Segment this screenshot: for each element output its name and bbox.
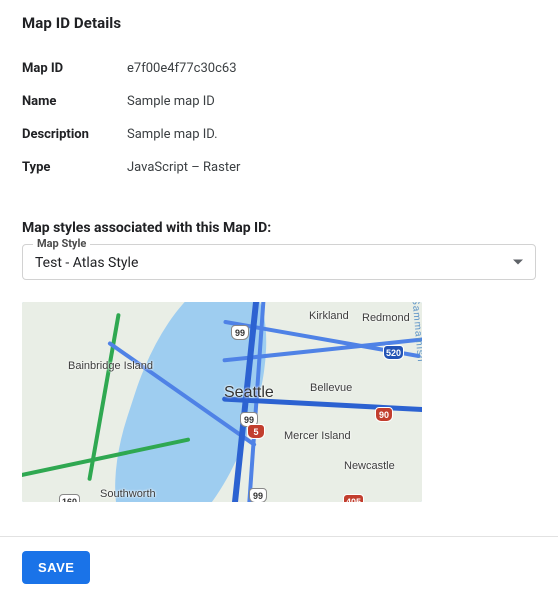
route-shield-icon: 99 bbox=[249, 488, 267, 502]
details-value: JavaScript – Raster bbox=[127, 151, 536, 184]
map-city-label: Seattle bbox=[224, 384, 274, 402]
save-button[interactable]: SAVE bbox=[22, 551, 90, 584]
route-shield-icon: 520 bbox=[383, 345, 404, 360]
details-row-type: Type JavaScript – Raster bbox=[22, 151, 536, 184]
map-preview[interactable]: 99 99 99 5 90 405 520 160 Seattle Bellev… bbox=[22, 302, 422, 502]
details-label: Map ID bbox=[22, 52, 127, 85]
page-title: Map ID Details bbox=[22, 14, 536, 32]
footer-bar: SAVE bbox=[0, 536, 558, 602]
route-shield-icon: 405 bbox=[343, 494, 364, 502]
route-shield-icon: 99 bbox=[231, 325, 249, 340]
map-city-label: Bainbridge Island bbox=[68, 360, 153, 372]
details-value: Sample map ID. bbox=[127, 118, 536, 151]
details-row-map-id: Map ID e7f00e4f77c30c63 bbox=[22, 52, 536, 85]
route-shield-icon: 160 bbox=[59, 494, 80, 502]
map-style-select[interactable]: Map Style Test - Atlas Style bbox=[22, 244, 536, 280]
details-table: Map ID e7f00e4f77c30c63 Name Sample map … bbox=[22, 52, 536, 184]
details-value: e7f00e4f77c30c63 bbox=[127, 52, 536, 85]
details-value: Sample map ID bbox=[127, 85, 536, 118]
map-style-select-value: Test - Atlas Style bbox=[35, 255, 138, 271]
map-city-label: Mercer Island bbox=[284, 430, 351, 442]
map-city-label: Kirkland bbox=[309, 310, 349, 322]
details-row-description: Description Sample map ID. bbox=[22, 118, 536, 151]
details-label: Name bbox=[22, 85, 127, 118]
details-row-name: Name Sample map ID bbox=[22, 85, 536, 118]
dropdown-caret-icon bbox=[513, 260, 523, 265]
route-shield-icon: 5 bbox=[247, 424, 265, 439]
details-label: Type bbox=[22, 151, 127, 184]
route-shield-icon: 90 bbox=[375, 407, 393, 422]
map-city-label: Bellevue bbox=[310, 382, 352, 394]
map-city-label: Southworth bbox=[100, 488, 156, 500]
map-city-label: Newcastle bbox=[344, 460, 395, 472]
associated-styles-heading: Map styles associated with this Map ID: bbox=[22, 220, 536, 236]
map-city-label: Redmond bbox=[362, 312, 410, 324]
details-label: Description bbox=[22, 118, 127, 151]
map-style-select-label: Map Style bbox=[33, 237, 90, 250]
